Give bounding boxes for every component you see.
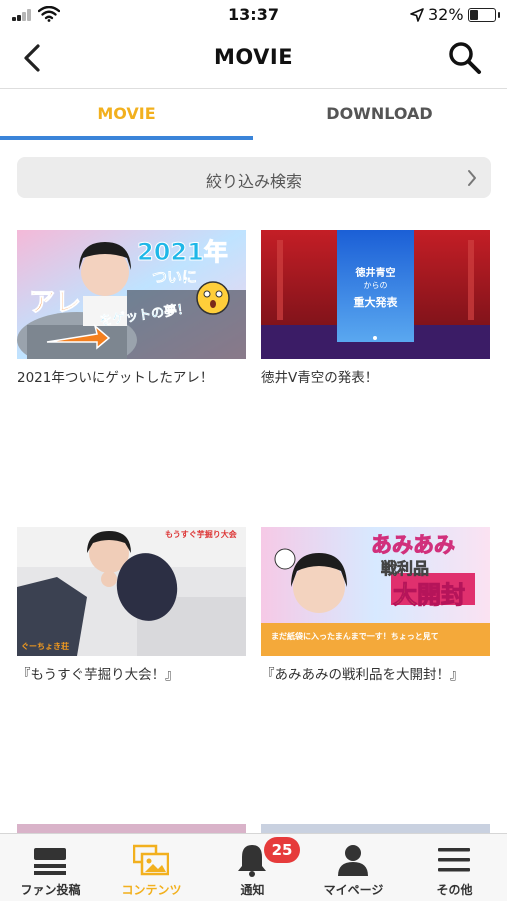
video-thumbnail[interactable]: もうすぐ芋掘り大会 ぐーちょき荘 [17,527,246,656]
thumb-caption: アレ [28,288,82,319]
tab-bar: MOVIE DOWNLOAD [0,89,507,141]
bottom-tab-mypage[interactable]: マイページ [303,834,404,901]
filter-search-button[interactable]: 絞り込み検索 [17,157,491,198]
nav-bar: MOVIE [0,30,507,86]
video-thumbnail[interactable]: 徳井青空 からの 重大発表 [261,230,490,359]
thumb-caption: からの [363,281,388,290]
video-thumbnail[interactable]: 2021年 ついに アレ をゲットの夢！ [17,230,246,359]
contents-icon [133,844,169,876]
video-title[interactable]: 『もうすぐ芋掘り大会！』 [17,663,257,683]
search-icon[interactable] [447,40,483,76]
thumb-caption: 徳井青空 [355,268,396,279]
fan-post-icon [34,848,66,875]
video-thumbnail[interactable]: あみあみ 戦利品 大開封 まだ紙袋に入ったまんまで一す！ちょっと見て [261,527,490,656]
bottom-tab-label: マイページ [323,883,384,897]
video-title[interactable]: 2021年ついにゲットしたアレ！ [17,366,257,386]
tab-movie[interactable]: MOVIE [0,89,253,141]
video-title[interactable]: 徳井V青空の発表！ [261,366,501,386]
bottom-tab-label: その他 [436,883,473,897]
chevron-right-icon [468,170,476,186]
thumb-caption: 大開封 [393,581,466,610]
active-tab-indicator [0,136,253,140]
notification-badge: 25 [264,837,300,863]
bottom-tab-label: コンテンツ [121,883,182,897]
battery-icon [468,8,500,22]
bottom-tab-contents[interactable]: コンテンツ [101,834,202,901]
bottom-tab-notifications[interactable]: 25 通知 [202,834,303,901]
thumb-caption: ついに [152,268,198,287]
bottom-tab-bar: ファン投稿 コンテンツ 25 通知 マイページ その他 [0,833,507,901]
thumb-caption: もうすぐ芋掘り大会 [165,530,237,539]
thumb-caption: ぐーちょき荘 [21,642,69,651]
thumb-caption: まだ紙袋に入ったまんまで一す！ちょっと見て [271,632,439,641]
page-title: MOVIE [213,45,294,69]
person-icon [338,845,368,876]
bottom-tab-other[interactable]: その他 [404,834,505,901]
video-title[interactable]: 『あみあみの戦利品を大開封！』 [261,663,501,683]
bottom-tab-label: 通知 [240,883,265,897]
bottom-tab-label: ファン投稿 [20,883,81,897]
thumb-caption: 重大発表 [353,296,398,309]
location-arrow-icon [410,8,424,22]
menu-icon [438,848,470,872]
tab-download[interactable]: DOWNLOAD [253,89,506,141]
bottom-tab-fan-post[interactable]: ファン投稿 [0,834,101,901]
thumb-caption: 2021年 [137,238,229,267]
battery-percent: 32% [428,5,464,24]
filter-search-label: 絞り込み検索 [205,172,302,191]
status-bar: 13:37 32% [0,0,507,30]
